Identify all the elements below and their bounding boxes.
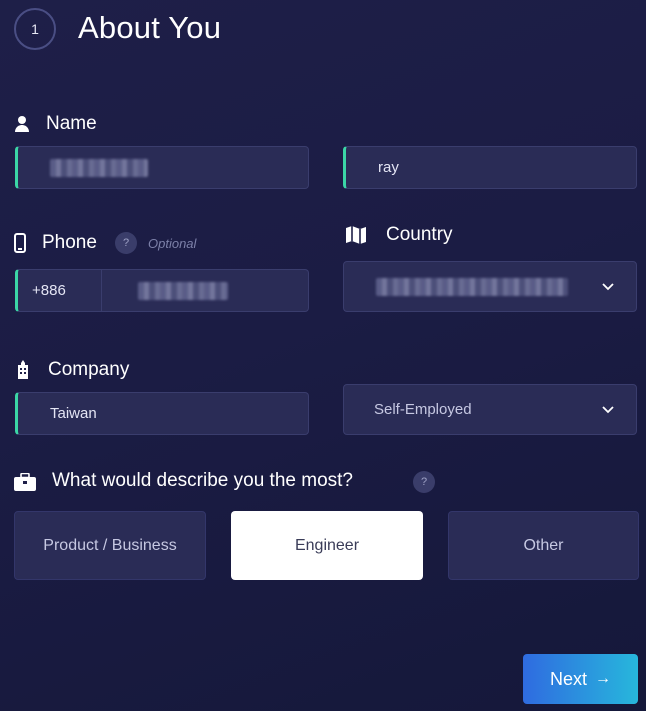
company-name-field[interactable]: Taiwan xyxy=(15,392,309,435)
company-type-select[interactable]: Self-Employed xyxy=(343,384,637,435)
phone-number-input[interactable] xyxy=(102,270,308,311)
first-name-field[interactable] xyxy=(15,146,309,189)
map-icon xyxy=(345,225,367,245)
step-number-badge: 1 xyxy=(14,8,56,50)
last-name-field[interactable]: ray xyxy=(343,146,637,189)
chevron-down-icon xyxy=(602,405,614,414)
step-number: 1 xyxy=(31,21,39,37)
next-label: Next xyxy=(549,668,587,689)
chevron-down-icon xyxy=(602,282,614,291)
country-select[interactable] xyxy=(343,261,637,312)
describe-help-icon[interactable]: ? xyxy=(413,471,435,493)
next-button[interactable]: Next → xyxy=(523,654,638,704)
phone-optional-label: Optional xyxy=(148,236,197,251)
phone-icon xyxy=(14,233,26,253)
option-engineer[interactable]: Engineer xyxy=(231,511,423,580)
country-code-value: +886 xyxy=(32,282,66,299)
arrow-right-icon: → xyxy=(595,670,611,687)
phone-number-redacted xyxy=(138,281,228,300)
country-code-selector[interactable]: +886 xyxy=(18,270,102,311)
company-label: Company xyxy=(48,359,130,380)
person-icon xyxy=(14,115,30,133)
last-name-value: ray xyxy=(378,159,399,176)
option-product-business[interactable]: Product / Business xyxy=(14,511,206,580)
phone-field: +886 xyxy=(15,269,309,312)
country-selected-redacted xyxy=(376,277,568,296)
company-type-value: Self-Employed xyxy=(374,401,472,418)
country-label: Country xyxy=(386,224,453,245)
phone-help-icon[interactable]: ? xyxy=(115,232,137,254)
page-title: About You xyxy=(78,10,222,45)
company-name-value: Taiwan xyxy=(50,405,97,422)
briefcase-icon xyxy=(14,473,36,491)
describe-question: What would describe you the most? xyxy=(52,470,353,491)
phone-label: Phone xyxy=(42,232,97,253)
name-label: Name xyxy=(46,113,97,134)
option-other[interactable]: Other xyxy=(448,511,639,580)
first-name-redacted xyxy=(50,158,148,177)
building-icon xyxy=(15,360,31,379)
